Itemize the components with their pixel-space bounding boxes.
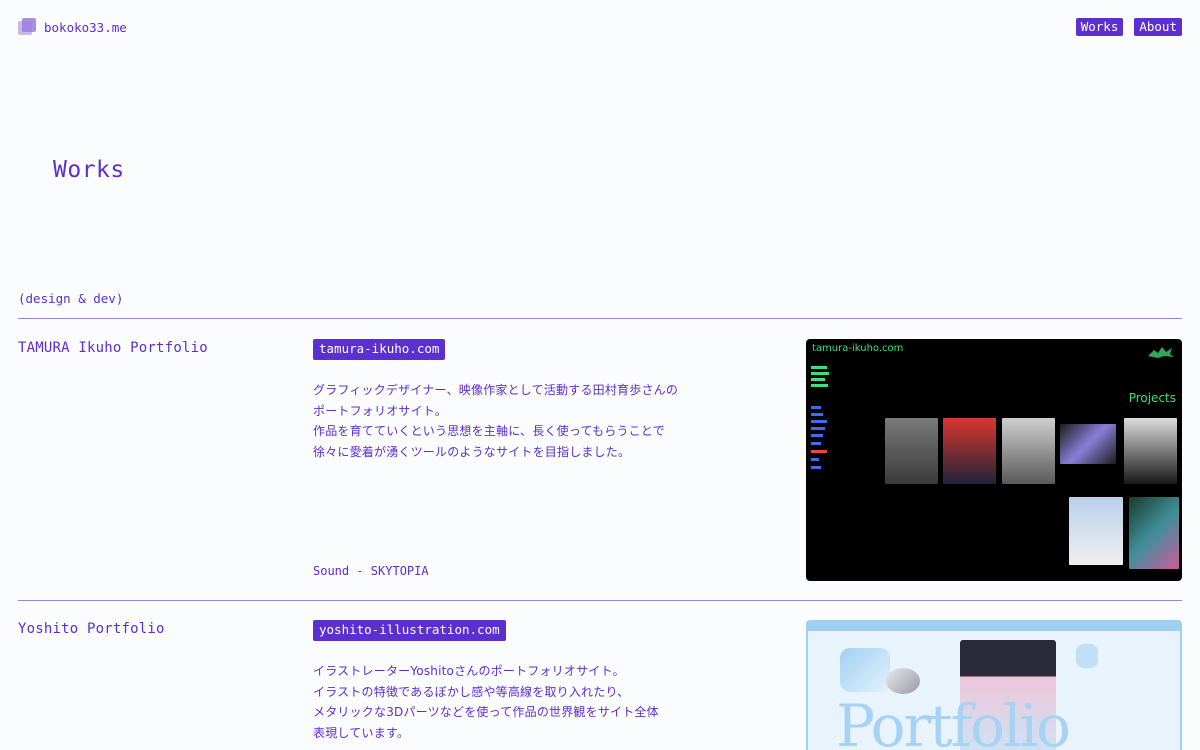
- description-line: ポートフォリオサイト。: [313, 403, 447, 418]
- work-item-yoshito: Yoshito Portfolio yoshito-illustration.c…: [0, 620, 1200, 750]
- thumbnail-topbar: [808, 622, 1180, 631]
- thumbnail-heading: Projects: [1128, 391, 1176, 405]
- description-line: 表現しています。: [313, 725, 410, 740]
- site-header: bokoko33.me Works About: [0, 0, 1200, 54]
- main-nav: Works About: [1075, 18, 1182, 36]
- nav-works-link[interactable]: Works: [1075, 18, 1124, 36]
- thumbnail-heart-image: [886, 668, 920, 694]
- thumbnail-big-text: Portfolio: [836, 692, 1071, 750]
- description-line: グラフィックデザイナー、映像作家として活動する田村育歩さんの: [313, 383, 679, 397]
- work-description: グラフィックデザイナー、映像作家として活動する田村育歩さんの ポートフォリオサイ…: [313, 380, 713, 462]
- divider: [18, 318, 1182, 319]
- thumbnail-dragon-icon: [1148, 347, 1174, 358]
- work-thumbnail[interactable]: Portfolio: [806, 620, 1182, 750]
- work-site-link[interactable]: yoshito-illustration.com: [313, 620, 506, 641]
- description-line: 徐々に愛着が湧くツールのようなサイトを目指しました。: [313, 444, 631, 459]
- nav-about-link[interactable]: About: [1134, 18, 1182, 36]
- thumbnail-small-mascot-image: [1076, 644, 1098, 668]
- description-line: メタリックな3Dパーツなどを使って作品の世界観をサイト全体: [313, 705, 659, 719]
- work-title: TAMURA Ikuho Portfolio: [18, 340, 208, 356]
- description-line: イラストの特徴であるぼかし感や等高線を取り入れたり、: [313, 684, 630, 699]
- work-site-link[interactable]: tamura-ikuho.com: [313, 339, 446, 360]
- section-label: (design & dev): [18, 291, 124, 306]
- work-description: イラストレーターYoshitoさんのポートフォリオサイト。 イラストの特徴である…: [313, 661, 713, 743]
- page-title: Works: [53, 157, 125, 183]
- thumbnail-site-text: tamura-ikuho.com: [812, 343, 904, 354]
- description-line: イラストレーターYoshitoさんのポートフォリオサイト。: [313, 664, 625, 678]
- thumbnail-mascot-image: [840, 648, 890, 692]
- work-credit: Sound - SKYTOPIA: [313, 564, 429, 578]
- work-title: Yoshito Portfolio: [18, 621, 165, 637]
- work-item-tamura: TAMURA Ikuho Portfolio tamura-ikuho.com …: [0, 339, 1200, 601]
- site-name: bokoko33.me: [44, 19, 127, 35]
- divider: [18, 600, 1182, 601]
- work-thumbnail[interactable]: tamura-ikuho.com Projects: [806, 339, 1182, 581]
- site-logo[interactable]: bokoko33.me: [18, 18, 127, 36]
- logo-mark-icon: [18, 18, 36, 36]
- description-line: 作品を育てていくという思想を主軸に、長く使ってもらうことで: [313, 424, 665, 438]
